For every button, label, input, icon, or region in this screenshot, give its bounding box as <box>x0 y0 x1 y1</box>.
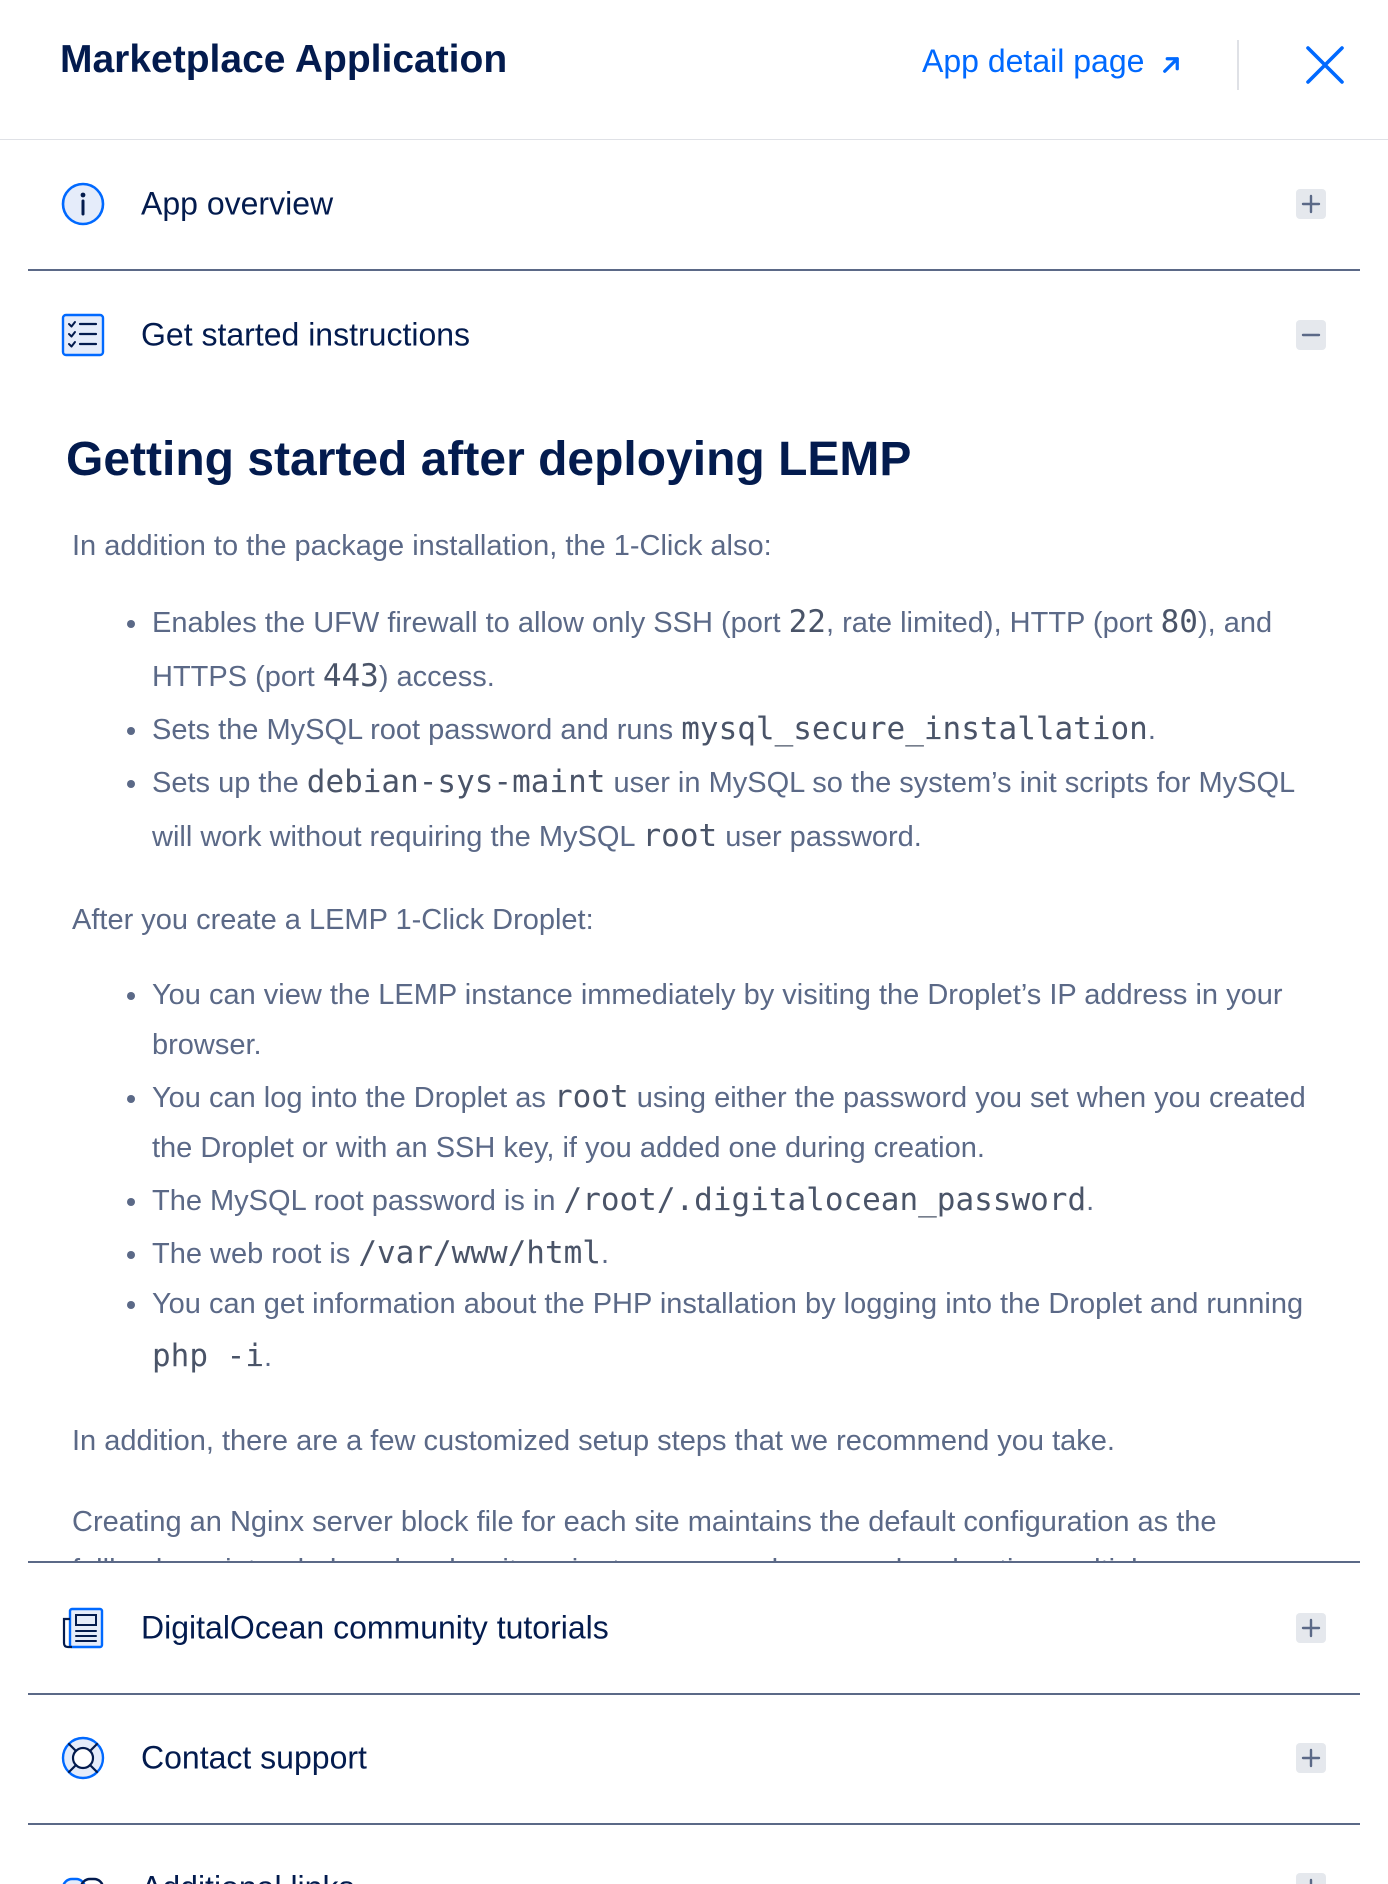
accordion-label: App overview <box>141 185 334 222</box>
plus-icon <box>1301 1748 1321 1768</box>
external-link-icon <box>1163 57 1180 73</box>
text: The MySQL root password is in <box>152 1184 564 1217</box>
accordion-label: DigitalOcean community tutorials <box>141 1609 609 1646</box>
close-icon <box>1306 46 1344 84</box>
panel-title: Marketplace Application <box>60 38 508 81</box>
plus-icon <box>1301 194 1321 214</box>
text: ) access. <box>378 660 495 693</box>
code: /var/www/html <box>358 1235 601 1272</box>
accordion-label: Contact support <box>141 1739 367 1776</box>
collapse-toggle[interactable] <box>1296 320 1326 350</box>
accordion-label: Get started instructions <box>141 316 471 353</box>
app-detail-page-label: App detail page <box>922 42 1145 79</box>
text: . <box>263 1341 273 1374</box>
code: 22 <box>788 604 826 641</box>
code: php -i <box>152 1338 264 1375</box>
info-icon <box>60 181 106 227</box>
nginx-paragraph: Creating an Nginx server block file for … <box>72 1506 1217 1561</box>
panel-header: Marketplace Application App detail page <box>0 0 1388 140</box>
code: root <box>642 817 718 854</box>
minus-icon <box>1301 333 1321 337</box>
text: . <box>1147 714 1156 747</box>
instructions-heading: Getting started after deploying LEMP <box>66 433 912 486</box>
text: Sets the MySQL root password and runs <box>152 714 682 747</box>
droplet-list: You can view the LEMP instance immediate… <box>66 971 1328 1384</box>
list-item: Sets the MySQL root password and runs my… <box>150 703 1328 756</box>
code: 80 <box>1160 604 1198 641</box>
list-item: You can view the LEMP instance immediate… <box>150 971 1328 1071</box>
accordion-community-tutorials[interactable]: DigitalOcean community tutorials <box>28 1563 1360 1695</box>
text: . <box>600 1238 610 1271</box>
text: . <box>1086 1184 1095 1217</box>
expand-toggle[interactable] <box>1296 189 1326 219</box>
expand-toggle[interactable] <box>1296 1613 1326 1643</box>
accordion-label: Additional links <box>141 1870 354 1884</box>
custom-steps-paragraph: In addition, there are a few customized … <box>72 1424 1115 1457</box>
header-divider <box>1237 40 1239 90</box>
list-item: Enables the UFW firewall to allow only S… <box>150 596 1328 703</box>
text: Sets up the <box>152 767 307 800</box>
text: You can view the LEMP instance immediate… <box>152 978 1283 1061</box>
list-item: The MySQL root password is in /root/.dig… <box>150 1174 1328 1227</box>
code: /root/.digitalocean_password <box>563 1181 1087 1218</box>
intro-paragraph: In addition to the package installation,… <box>72 529 772 562</box>
accordion-get-started[interactable]: Get started instructions <box>28 270 1360 400</box>
plus-icon <box>1309 1878 1313 1884</box>
text: The web root is <box>152 1238 359 1271</box>
checklist-icon <box>60 312 106 358</box>
marketplace-app-panel: Marketplace Application App detail page … <box>0 0 1388 1884</box>
accordion-additional-links[interactable]: Additional links <box>28 1823 1360 1884</box>
features-list: Enables the UFW firewall to allow only S… <box>66 596 1328 863</box>
list-item: The web root is /var/www/html. <box>150 1227 1328 1280</box>
lifebuoy-icon <box>60 1735 106 1781</box>
code: 443 <box>322 657 379 694</box>
list-item: You can log into the Droplet as root usi… <box>150 1071 1328 1174</box>
expand-toggle[interactable] <box>1296 1743 1326 1773</box>
accordion-app-overview[interactable]: App overview <box>28 139 1360 271</box>
expand-toggle[interactable] <box>1296 1873 1326 1884</box>
instructions-content[interactable]: Getting started after deploying LEMP In … <box>28 395 1360 1561</box>
code: root <box>553 1078 629 1115</box>
text: user password. <box>717 820 922 853</box>
after-paragraph: After you create a LEMP 1-Click Droplet: <box>72 904 594 936</box>
list-item: You can get information about the PHP in… <box>150 1280 1328 1383</box>
link-icon <box>60 1865 106 1884</box>
app-detail-page-link[interactable]: App detail page <box>922 42 1186 80</box>
code: debian-sys-maint <box>306 764 606 801</box>
list-item: Sets up the debian-sys-maint user in MyS… <box>150 756 1328 863</box>
text: You can get information about the PHP in… <box>152 1288 1304 1321</box>
accordion-contact-support[interactable]: Contact support <box>28 1693 1360 1825</box>
text: Enables the UFW firewall to allow only S… <box>152 607 789 640</box>
text: , rate limited), HTTP (port <box>825 607 1161 640</box>
plus-icon <box>1301 1618 1321 1638</box>
code: mysql_secure_installation <box>681 711 1148 748</box>
text: You can log into the Droplet as <box>152 1081 554 1114</box>
close-button[interactable] <box>1304 44 1346 86</box>
newspaper-icon <box>60 1605 106 1651</box>
